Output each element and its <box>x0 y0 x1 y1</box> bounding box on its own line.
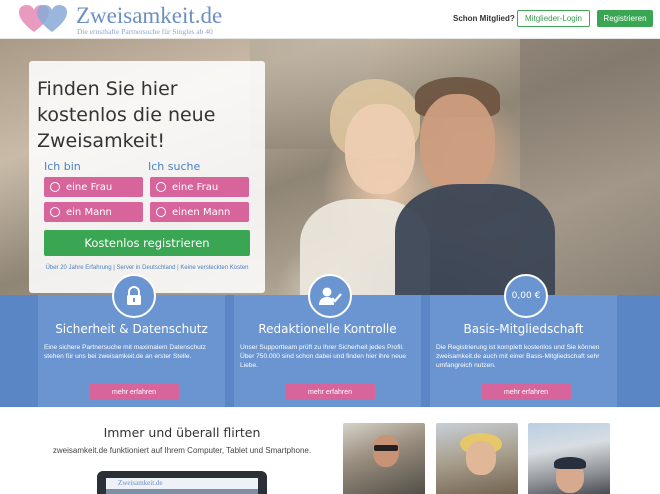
i-seek-label: Ich suche <box>148 160 201 173</box>
option-i-am-man[interactable]: ein Mann <box>44 202 143 222</box>
logo-subtitle: Die ernsthafte Partnersuche für Singles … <box>77 27 213 36</box>
logo-title[interactable]: Zweisamkeit.de <box>76 3 222 29</box>
price-icon: 0,00 € <box>511 290 541 301</box>
option-i-am-woman[interactable]: eine Frau <box>44 177 143 197</box>
hero-title: Finden Sie hier kostenlos die neue Zweis… <box>37 78 216 152</box>
option-label: ein Mann <box>66 206 112 218</box>
hero-woman-face <box>345 104 415 194</box>
member-photo <box>343 423 425 494</box>
user-check-icon <box>319 287 342 305</box>
more-info-button[interactable]: mehr erfahren <box>481 384 571 400</box>
feature-title: Redaktionelle Kontrolle <box>258 322 397 336</box>
i-am-label: Ich bin <box>44 160 81 173</box>
laptop-logo: Zweisamkeit.de <box>118 479 163 487</box>
feature-text: Unser Supportteam prüft zu Ihrer Sicherh… <box>240 344 407 369</box>
photo-hat <box>554 457 586 469</box>
free-register-button[interactable]: Kostenlos registrieren <box>44 230 250 256</box>
option-label: eine Frau <box>66 181 113 193</box>
site-header: Zweisamkeit.de Die ernsthafte Partnersuc… <box>0 0 660 39</box>
more-info-button[interactable]: mehr erfahren <box>285 384 375 400</box>
section-title: Immer und überall flirten <box>103 425 261 440</box>
member-photo <box>436 423 518 494</box>
radio-icon[interactable] <box>50 207 60 217</box>
option-label: eine Frau <box>172 181 219 193</box>
member-login-button[interactable]: Mitglieder-Login <box>517 10 590 27</box>
photo-face <box>466 441 496 475</box>
hero-man-face <box>420 94 495 194</box>
register-button[interactable]: Registrieren <box>597 10 653 27</box>
section-text: zweisamkeit.de funktioniert auf Ihrem Co… <box>52 446 312 455</box>
feature-icon-circle <box>308 274 352 318</box>
radio-icon[interactable] <box>156 182 166 192</box>
feature-text: Die Registrierung ist komplett kostenlos… <box>436 344 600 369</box>
option-label: einen Mann <box>172 206 231 218</box>
member-photo <box>528 423 610 494</box>
lock-icon <box>127 286 141 305</box>
option-seek-man[interactable]: einen Mann <box>150 202 249 222</box>
radio-icon[interactable] <box>156 207 166 217</box>
radio-icon[interactable] <box>50 182 60 192</box>
feature-text: Eine sichere Partnersuche mit maximalem … <box>44 344 206 360</box>
option-seek-woman[interactable]: eine Frau <box>150 177 249 197</box>
hearts-logo-icon[interactable] <box>18 4 68 34</box>
trust-note: Über 20 Jahre Erfahrung | Server in Deut… <box>45 265 249 271</box>
photo-sunglasses <box>374 445 398 451</box>
more-info-button[interactable]: mehr erfahren <box>89 384 179 400</box>
laptop-screen-banner <box>106 489 258 494</box>
photo-face <box>373 435 399 467</box>
feature-icon-circle <box>112 274 156 318</box>
feature-title: Sicherheit & Datenschutz <box>55 322 208 336</box>
feature-title: Basis-Mitgliedschaft <box>463 322 584 336</box>
member-question: Schon Mitglied? <box>453 14 515 23</box>
feature-icon-circle: 0,00 € <box>504 274 548 318</box>
